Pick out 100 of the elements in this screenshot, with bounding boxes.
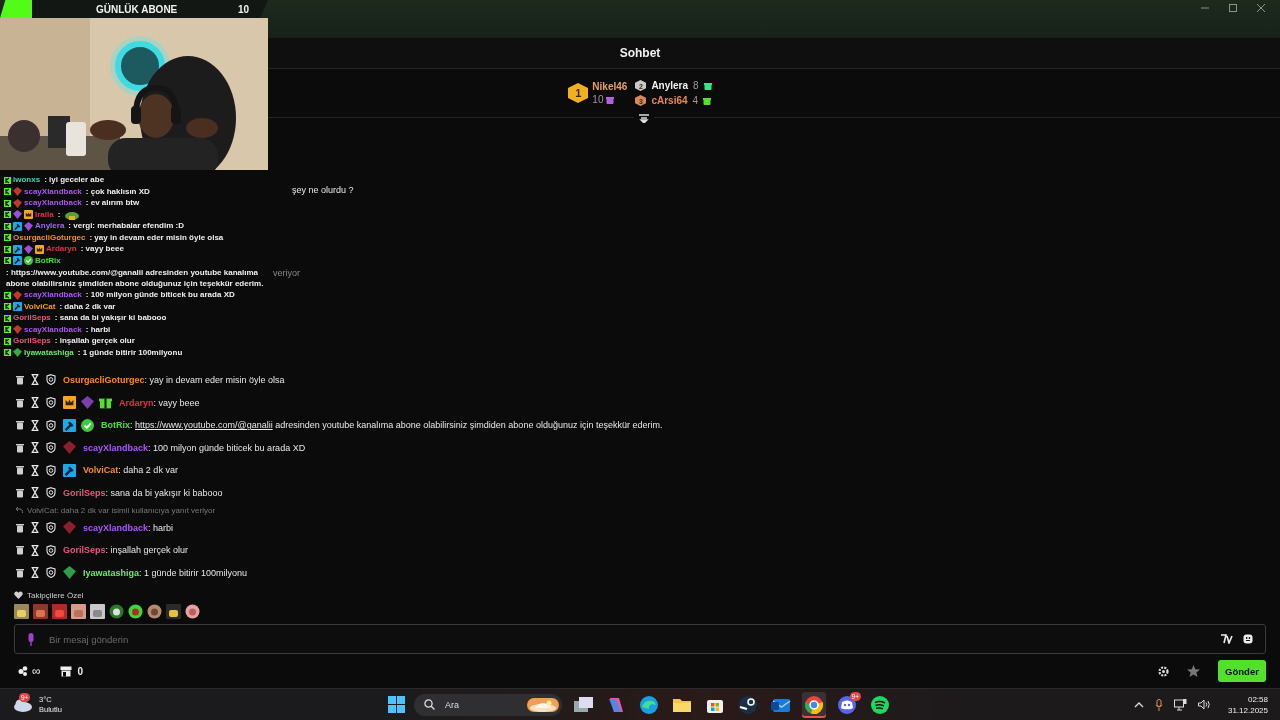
- emote-icon[interactable]: [128, 604, 143, 619]
- username: Iraila: [35, 209, 54, 220]
- chat-message: : yay in devam eder misin öyle olsa: [89, 232, 224, 243]
- network-icon[interactable]: [1173, 698, 1187, 711]
- username: OsurgacliGoturgec: [13, 232, 86, 243]
- reply-arrow-icon: [15, 506, 23, 515]
- emote-picker-icon[interactable]: [1221, 634, 1233, 644]
- verified-badge-icon: [24, 256, 33, 266]
- chat-message: : iyi geceler abe: [44, 175, 105, 186]
- timeout-icon[interactable]: [31, 442, 39, 454]
- chat-message: : sana da bi yakışır ki babooo: [54, 313, 167, 324]
- delete-icon[interactable]: [16, 522, 24, 533]
- browser-icon[interactable]: [802, 691, 826, 718]
- leaderboard-username: Nikel46: [592, 81, 628, 92]
- gift-badge-icon: [99, 396, 112, 410]
- hammer-badge-icon: [13, 256, 22, 266]
- chat-message: : daha 2 dk var: [59, 301, 116, 312]
- goal-title: GÜNLÜK ABONE: [96, 3, 178, 15]
- emote-icon[interactable]: [109, 604, 124, 619]
- platform-icon: [4, 199, 11, 207]
- delete-icon[interactable]: [16, 420, 24, 431]
- ban-shield-icon[interactable]: [46, 544, 56, 556]
- send-button[interactable]: Gönder: [1218, 660, 1266, 682]
- microphone-icon[interactable]: [1154, 698, 1163, 711]
- ban-shield-icon[interactable]: [46, 522, 56, 533]
- timeout-icon[interactable]: [31, 397, 39, 409]
- delete-icon[interactable]: [16, 567, 24, 578]
- timeout-icon[interactable]: [31, 374, 39, 386]
- chat-message: GorilSeps: sana da bi yakışır ki babooo: [63, 487, 223, 498]
- username: BotRix: [35, 255, 61, 266]
- username: Anylera: [35, 221, 65, 232]
- chat-message: VolviCat: daha 2 dk var: [83, 465, 178, 476]
- delete-icon[interactable]: [16, 545, 24, 556]
- clock[interactable]: 02:58 31.12.2025: [1227, 693, 1268, 716]
- platform-icon: [4, 176, 11, 184]
- verified-badge-icon: [81, 418, 94, 432]
- chevron-up-icon[interactable]: [1133, 701, 1144, 708]
- ban-shield-icon[interactable]: [46, 464, 56, 476]
- username: Ardaryn: [46, 244, 77, 255]
- start-icon[interactable]: [388, 696, 405, 713]
- settings-icon[interactable]: [1158, 665, 1169, 677]
- points-value: ∞: [32, 664, 41, 678]
- ban-shield-icon[interactable]: [46, 487, 56, 499]
- timeout-icon[interactable]: [31, 567, 39, 579]
- search-field[interactable]: Ara: [414, 693, 562, 716]
- username: GorilSeps: [13, 313, 51, 324]
- username: scayXlandback: [24, 198, 82, 209]
- chat-message: : vayy beee: [80, 244, 124, 255]
- leaderboard-username: cArsi64: [651, 95, 688, 106]
- timeout-icon[interactable]: [31, 544, 39, 556]
- points-icon: [18, 666, 29, 676]
- delete-icon[interactable]: [16, 374, 24, 385]
- chat-message: : https://www.youtube.com/@ganalii adresinden youtube kanalıma abone olabilirsiniz şimdiden abone olduğunuz için teşekkür ederim.: [6, 268, 265, 289]
- chat-message: scayXlandback: harbi: [83, 522, 174, 533]
- chat-message: BotRix: https://www.youtube.com/@ganalii adresinden youtube kanalıma abone olabilirsiniz şimdiden abone olduğunuz için teşekkür ederim.: [101, 420, 663, 431]
- timeout-icon[interactable]: [31, 487, 39, 499]
- message-link[interactable]: https://www.youtube.com/@ganalii: [135, 420, 273, 431]
- message-field[interactable]: Bir mesaj gönderin: [14, 624, 1266, 654]
- close-icon[interactable]: [1256, 3, 1266, 13]
- emote-icon[interactable]: [185, 604, 200, 619]
- delete-icon[interactable]: [16, 397, 24, 408]
- ban-shield-icon[interactable]: [46, 419, 56, 431]
- store-count: 0: [77, 665, 84, 677]
- timeout-icon[interactable]: [31, 464, 39, 476]
- username: Iyawatashiga: [24, 347, 74, 358]
- message-input[interactable]: Bir mesaj gönderin: [47, 632, 1209, 646]
- timeout-icon[interactable]: [31, 419, 39, 431]
- delete-icon[interactable]: [16, 442, 24, 453]
- username: VolviCat: [24, 301, 56, 312]
- search-input[interactable]: Ara: [443, 698, 519, 711]
- chat-message: : inşallah gerçek olur: [54, 336, 135, 347]
- gift-count: 10: [592, 94, 604, 105]
- ban-shield-icon[interactable]: [46, 397, 56, 409]
- emote-icon[interactable]: [147, 604, 162, 619]
- gift-count: 8: [693, 80, 699, 91]
- microphone-icon: [27, 632, 35, 646]
- store-icon[interactable]: [59, 665, 72, 677]
- followers-only-label: Takipçilere Özel: [27, 590, 84, 600]
- rank-number: 1: [574, 87, 583, 99]
- search-icon: [424, 699, 435, 710]
- gift-count: 4: [692, 95, 699, 106]
- star-icon[interactable]: [1187, 665, 1200, 677]
- ban-shield-icon[interactable]: [46, 374, 56, 386]
- smiley-icon[interactable]: [1243, 634, 1253, 644]
- platform-icon: [4, 234, 11, 242]
- ban-shield-icon[interactable]: [46, 442, 56, 454]
- delete-icon[interactable]: [16, 465, 24, 476]
- timeout-icon[interactable]: [31, 522, 39, 533]
- crown-badge-icon: [63, 396, 76, 410]
- ban-shield-icon[interactable]: [46, 567, 56, 579]
- chat-message: : vergi: merhabalar efendim :D: [68, 221, 184, 232]
- cloud-icon: [11, 697, 33, 712]
- chat-message: şey ne olurdu ?: [292, 184, 354, 195]
- platform-icon: [4, 222, 11, 230]
- delete-icon[interactable]: [16, 487, 24, 498]
- maximize-icon[interactable]: [1228, 3, 1238, 13]
- emote-icon[interactable]: [166, 604, 181, 619]
- volume-icon[interactable]: [1197, 699, 1211, 710]
- hammer-badge-icon: [63, 418, 76, 432]
- chat-message: :: [57, 209, 62, 220]
